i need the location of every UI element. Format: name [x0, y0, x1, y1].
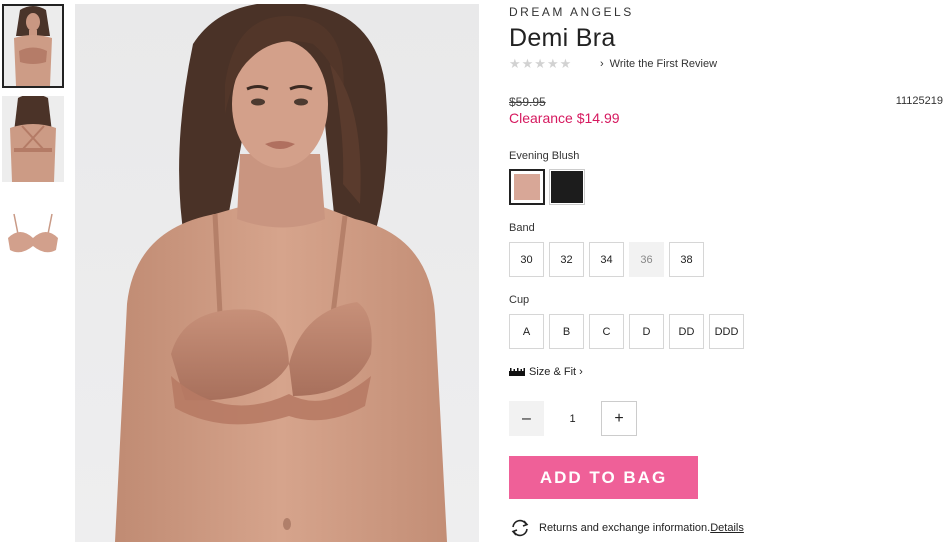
cup-option-ddd[interactable]: DDD — [709, 314, 744, 349]
selected-color-label: Evening Blush — [509, 150, 580, 162]
model-back-thumb-image — [2, 96, 64, 182]
band-option-34[interactable]: 34 — [589, 242, 624, 277]
color-swatch-evening-blush[interactable] — [509, 169, 545, 205]
brand-name: DREAM ANGELS — [509, 5, 634, 19]
returns-text: Returns and exchange information. — [539, 522, 711, 534]
swatch-fill — [514, 174, 540, 200]
chevron-right-icon: › — [600, 58, 604, 70]
chevron-right-icon: › — [579, 366, 583, 378]
band-option-36[interactable]: 36 — [629, 242, 664, 277]
rating-stars: ★★★★★ — [509, 56, 573, 71]
thumbnail-flat[interactable] — [2, 194, 64, 274]
cup-option-dd[interactable]: DD — [669, 314, 704, 349]
product-title: Demi Bra — [509, 24, 616, 52]
exchange-icon — [511, 519, 529, 537]
quantity-input[interactable]: 1 — [544, 401, 601, 436]
write-review-label: Write the First Review — [609, 58, 718, 70]
band-option-30[interactable]: 30 — [509, 242, 544, 277]
ruler-icon — [509, 368, 525, 376]
swatch-fill — [551, 171, 583, 203]
thumbnail-front[interactable] — [2, 4, 64, 88]
cup-option-b[interactable]: B — [549, 314, 584, 349]
main-product-image[interactable] — [75, 4, 479, 542]
add-to-bag-button[interactable]: ADD TO BAG — [509, 456, 698, 499]
band-option-32[interactable]: 32 — [549, 242, 584, 277]
product-info: DREAM ANGELS Demi Bra ★★★★★ › Write the F… — [509, 0, 949, 546]
original-price: $59.95 — [509, 95, 546, 109]
cup-option-a[interactable]: A — [509, 314, 544, 349]
model-photo — [115, 4, 447, 542]
size-fit-label: Size & Fit — [529, 366, 577, 378]
cup-option-c[interactable]: C — [589, 314, 624, 349]
cup-option-d[interactable]: D — [629, 314, 664, 349]
sale-price: Clearance $14.99 — [509, 110, 620, 126]
returns-info: Returns and exchange information. Details — [509, 519, 744, 537]
band-option-38[interactable]: 38 — [669, 242, 704, 277]
color-swatch-black[interactable] — [549, 169, 585, 205]
cup-label: Cup — [509, 294, 530, 306]
band-label: Band — [509, 222, 535, 234]
thumbnail-back[interactable] — [2, 96, 64, 182]
model-front-thumb-image — [4, 6, 62, 86]
returns-details-link[interactable]: Details — [710, 522, 744, 534]
quantity-increase-button[interactable]: + — [601, 401, 637, 436]
product-flat-thumb-image — [2, 194, 64, 274]
write-review-link[interactable]: › Write the First Review — [600, 58, 717, 70]
quantity-decrease-button[interactable]: – — [509, 401, 544, 436]
product-sku: 11125219 — [895, 95, 943, 107]
size-fit-link[interactable]: Size & Fit › — [509, 366, 583, 378]
